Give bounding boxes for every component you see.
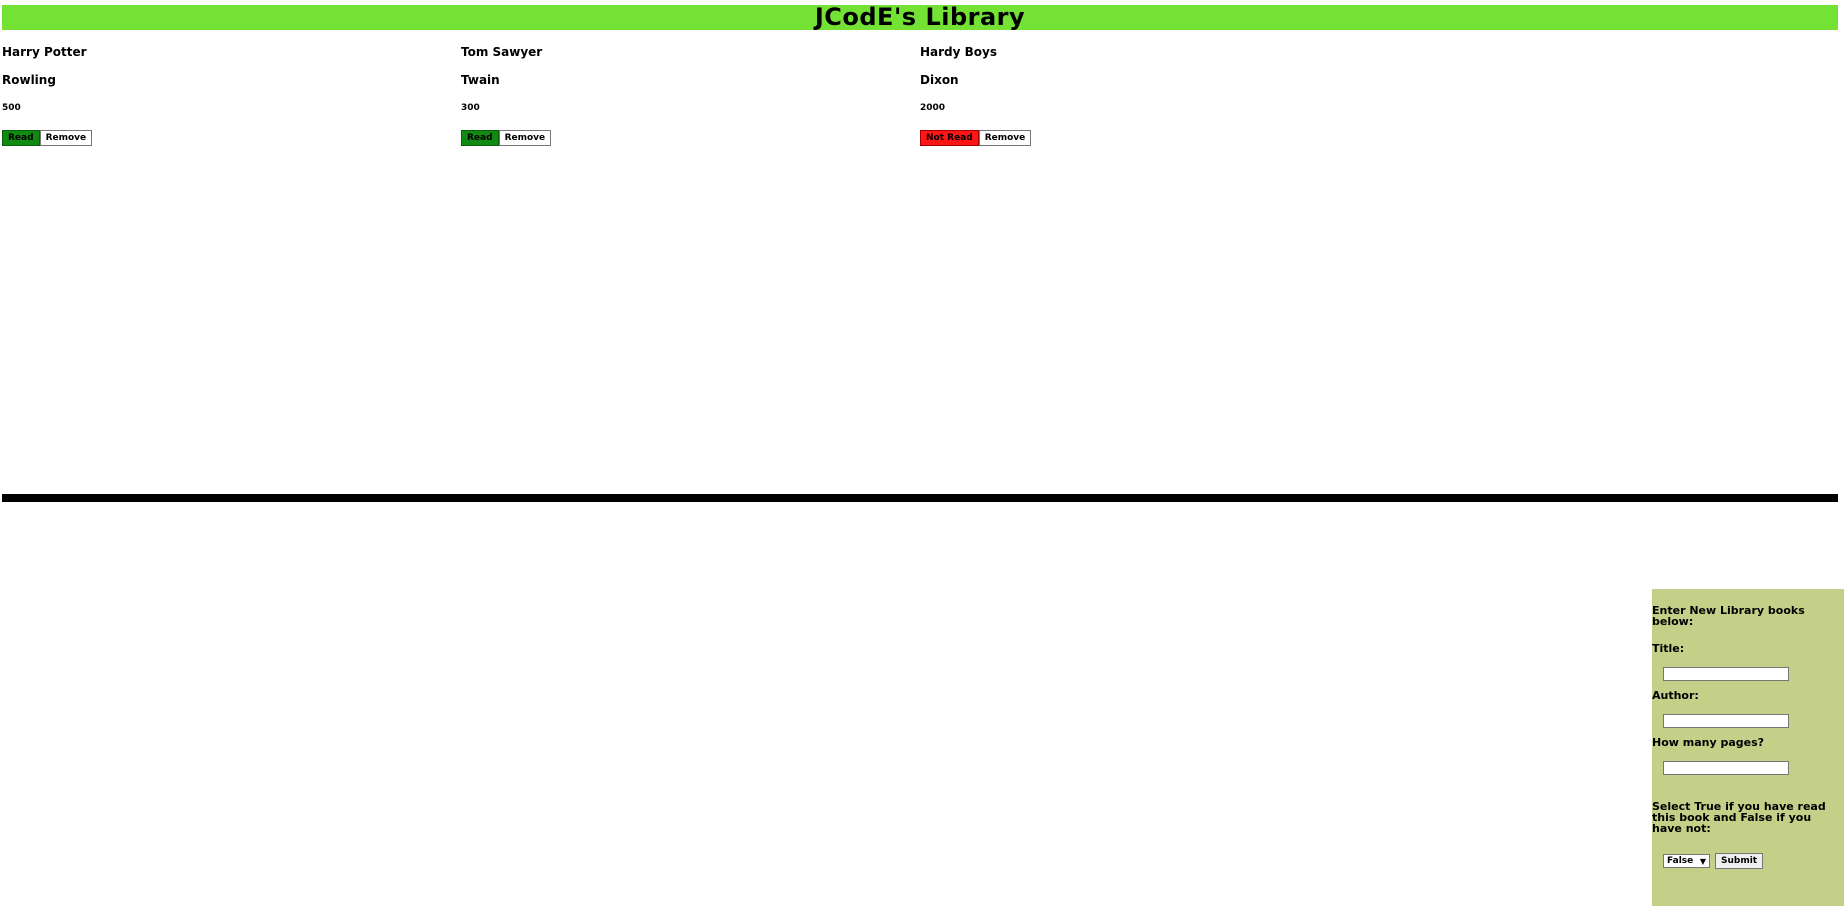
book-pages: 300 — [461, 103, 480, 113]
book-card: Harry Potter Rowling 500 Read Remove — [2, 40, 402, 150]
book-title: Tom Sawyer — [461, 45, 543, 59]
author-label: Author: — [1652, 689, 1699, 702]
book-actions: Read Remove — [2, 130, 93, 146]
book-author: Rowling — [2, 73, 56, 87]
remove-button[interactable]: Remove — [978, 130, 1032, 146]
book-pages: 500 — [2, 103, 21, 113]
book-card: Tom Sawyer Twain 300 Read Remove — [461, 40, 861, 150]
remove-button[interactable]: Remove — [39, 130, 93, 146]
book-title: Harry Potter — [2, 45, 87, 59]
title-label: Title: — [1652, 642, 1685, 655]
not-read-status-button[interactable]: Not Read — [920, 130, 979, 146]
section-divider — [2, 494, 1838, 502]
read-status-button[interactable]: Read — [461, 130, 499, 146]
chevron-down-icon: ▼ — [1699, 856, 1706, 866]
header-bar: JCodE's Library — [2, 5, 1838, 30]
form-heading: Enter New Library books below: — [1652, 604, 1805, 628]
book-actions: Read Remove — [461, 130, 552, 146]
author-field[interactable] — [1663, 714, 1789, 728]
book-author: Dixon — [920, 73, 959, 87]
page-title: JCodE's Library — [814, 3, 1026, 31]
page: JCodE's Library Harry Potter Rowling 500… — [0, 0, 1844, 906]
book-card: Hardy Boys Dixon 2000 Not Read Remove — [920, 40, 1320, 150]
read-status-button[interactable]: Read — [2, 130, 40, 146]
remove-button[interactable]: Remove — [498, 130, 552, 146]
book-actions: Not Read Remove — [920, 130, 1032, 146]
book-author: Twain — [461, 73, 500, 87]
submit-button[interactable]: Submit — [1715, 853, 1764, 869]
pages-field[interactable] — [1663, 761, 1789, 775]
read-select[interactable]: False ▼ — [1663, 854, 1710, 868]
title-field[interactable] — [1663, 667, 1789, 681]
pages-label: How many pages? — [1652, 736, 1765, 749]
book-pages: 2000 — [920, 103, 946, 113]
read-select-value: False — [1667, 856, 1694, 866]
read-prompt: Select True if you have read this book a… — [1652, 800, 1826, 835]
book-title: Hardy Boys — [920, 45, 998, 59]
new-book-form: Enter New Library books below: Title: Au… — [1652, 589, 1844, 906]
